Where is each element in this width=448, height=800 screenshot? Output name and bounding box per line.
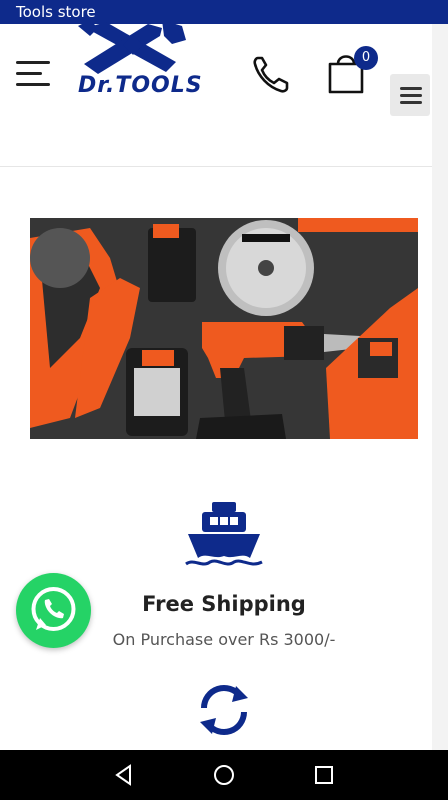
whatsapp-chat-button[interactable] [16, 573, 91, 648]
hamburger-icon[interactable] [16, 61, 50, 87]
mobile-menu-button[interactable] [390, 74, 430, 116]
logo-text: Dr.TOOLS [78, 73, 203, 98]
home-circle-icon[interactable] [212, 763, 236, 787]
recent-square-icon[interactable] [312, 763, 336, 787]
refresh-icon [200, 685, 248, 735]
tools-logo-icon [78, 20, 186, 74]
android-nav-bar [0, 750, 448, 800]
site-logo[interactable]: Dr.TOOLS [76, 18, 202, 102]
whatsapp-icon [31, 587, 76, 631]
hero-banner-image [30, 218, 418, 439]
cart-count-badge: 0 [354, 46, 378, 70]
power-tools-image [30, 218, 418, 439]
ship-icon [185, 502, 263, 566]
back-triangle-icon[interactable] [112, 763, 136, 787]
status-top-bar: Tools store [0, 0, 448, 24]
phone-icon[interactable] [252, 54, 290, 94]
